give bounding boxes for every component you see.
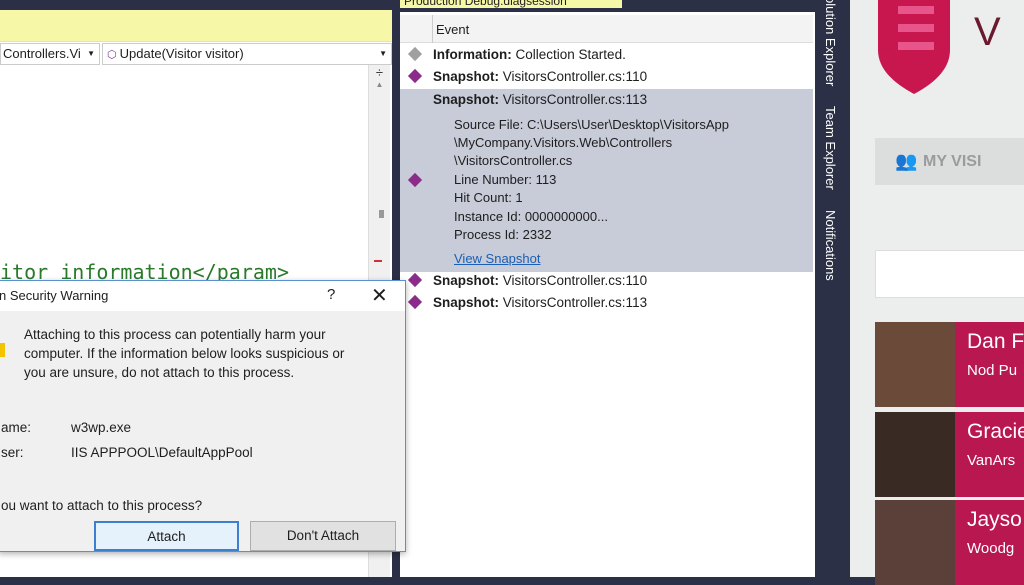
- name-value: w3wp.exe: [71, 420, 132, 435]
- class-dropdown[interactable]: Controllers.Vi ▼: [0, 43, 100, 65]
- visitor-card[interactable]: Jayso Woodg: [875, 500, 1024, 585]
- view-snapshot-link[interactable]: View Snapshot: [454, 251, 541, 266]
- snapshot-diamond-icon: [407, 172, 423, 188]
- help-button[interactable]: ?: [327, 286, 335, 303]
- event-text: VisitorsController.cs:113: [502, 92, 648, 107]
- tab-diagsession[interactable]: Production Debug.diagsession: [400, 0, 622, 8]
- user-value: IIS APPPOOL\DefaultAppPool: [71, 445, 253, 460]
- detail-hit-count: Hit Count: 1: [454, 190, 523, 205]
- event-kind: Information:: [433, 47, 512, 62]
- users-icon: 👥: [895, 151, 918, 171]
- visitor-company: Nod Pu: [967, 362, 1018, 379]
- detail-source-file: Source File: C:\Users\User\Desktop\Visit…: [454, 117, 730, 132]
- event-text: VisitorsController.cs:110: [502, 273, 648, 288]
- visitor-name: Gracie: [967, 420, 1024, 443]
- event-text: Collection Started.: [515, 47, 626, 62]
- visitor-name: Dan F: [967, 330, 1024, 353]
- app-title: V: [974, 10, 1001, 54]
- info-diamond-icon: [407, 46, 423, 62]
- visitor-company: Woodg: [967, 540, 1015, 557]
- name-label: ame:: [1, 420, 32, 435]
- visitor-name: Jayso: [967, 508, 1022, 531]
- method-dropdown[interactable]: ⬡ Update(Visitor visitor) ▼: [102, 43, 392, 65]
- user-label: ser:: [1, 445, 24, 460]
- tab-title: Production Debug.diagsession: [404, 0, 567, 8]
- method-dropdown-value: Update(Visitor visitor): [119, 46, 244, 61]
- dialog-question: ou want to attach to this process?: [1, 498, 203, 513]
- split-icon[interactable]: ÷: [369, 65, 390, 80]
- chevron-down-icon: ▼: [379, 49, 387, 58]
- visitor-card[interactable]: Gracie VanArs: [875, 412, 1024, 497]
- detail-source-file-cont: \VisitorsController.cs: [454, 153, 573, 168]
- search-input[interactable]: [875, 250, 1024, 298]
- dialog-title: n Security Warning: [0, 288, 109, 303]
- event-row[interactable]: Snapshot: VisitorsController.cs:110: [400, 66, 813, 88]
- warning-icon: [0, 343, 5, 357]
- chevron-down-icon: ▼: [87, 49, 95, 58]
- dont-attach-button[interactable]: Don't Attach: [250, 521, 396, 551]
- my-visitors-label: MY VISI: [923, 153, 982, 170]
- avatar: [875, 500, 955, 585]
- event-kind: Snapshot:: [433, 69, 499, 84]
- events-header: Event: [400, 15, 813, 43]
- event-kind: Snapshot:: [433, 92, 499, 107]
- detail-instance-id: Instance Id: 0000000000...: [454, 209, 608, 224]
- tab-solution-explorer[interactable]: olution Explorer: [823, 0, 838, 86]
- snapshot-diamond-icon: [407, 294, 423, 310]
- column-event[interactable]: Event: [436, 22, 469, 37]
- visitor-company: VanArs: [967, 452, 1016, 469]
- event-row[interactable]: Information: Collection Started.: [400, 44, 813, 66]
- avatar: [875, 412, 955, 497]
- event-text: VisitorsController.cs:113: [502, 295, 648, 310]
- tab-notifications[interactable]: Notifications: [823, 210, 838, 281]
- event-row[interactable]: Snapshot: VisitorsController.cs:110: [400, 270, 813, 292]
- events-panel: Event Information: Collection Started. S…: [400, 12, 815, 577]
- shield-logo-icon: [878, 0, 950, 94]
- security-warning-dialog: n Security Warning ? ✕ Attaching to this…: [0, 280, 406, 552]
- dialog-title-bar: n Security Warning ? ✕: [0, 281, 405, 311]
- method-icon: ⬡: [107, 49, 120, 61]
- snapshot-diamond-icon: [407, 272, 423, 288]
- visitor-card[interactable]: Dan F Nod Pu: [875, 322, 1024, 407]
- event-kind: Snapshot:: [433, 295, 499, 310]
- attach-label: Attach: [147, 529, 186, 544]
- visitors-app: V 👥 MY VISI Dan F Nod Pu Gracie VanArs Jays…: [850, 0, 1024, 585]
- dont-attach-label: Don't Attach: [286, 528, 360, 543]
- snapshot-diamond-icon: [407, 68, 423, 84]
- event-kind: Snapshot:: [433, 273, 499, 288]
- detail-line-number: Line Number: 113: [454, 172, 557, 187]
- scroll-marker: [379, 210, 384, 218]
- attach-button[interactable]: Attach: [94, 521, 239, 551]
- close-icon[interactable]: ✕: [371, 283, 388, 308]
- dialog-message: you are unsure, do not attach to this pr…: [24, 365, 295, 380]
- avatar: [875, 322, 955, 407]
- detail-process-id: Process Id: 2332: [454, 227, 552, 242]
- dialog-message: computer. If the information below looks…: [24, 346, 345, 361]
- my-visitors-button[interactable]: 👥 MY VISI: [875, 138, 1024, 185]
- error-marker: [374, 260, 382, 262]
- info-bar: [0, 10, 392, 42]
- event-row-expanded[interactable]: Snapshot: VisitorsController.cs:113 Sour…: [400, 89, 813, 272]
- event-row[interactable]: Snapshot: VisitorsController.cs:113: [400, 292, 813, 314]
- event-text: VisitorsController.cs:110: [502, 69, 648, 84]
- tab-team-explorer[interactable]: Team Explorer: [823, 106, 838, 190]
- dialog-message: Attaching to this process can potentiall…: [24, 327, 326, 342]
- class-dropdown-value: Controllers.Vi: [3, 46, 81, 61]
- tool-window-sidebar: olution Explorer Team Explorer Notificat…: [815, 0, 850, 577]
- detail-source-file-cont: \MyCompany.Visitors.Web\Controllers: [454, 135, 673, 150]
- scroll-up-icon[interactable]: ▲: [369, 80, 390, 89]
